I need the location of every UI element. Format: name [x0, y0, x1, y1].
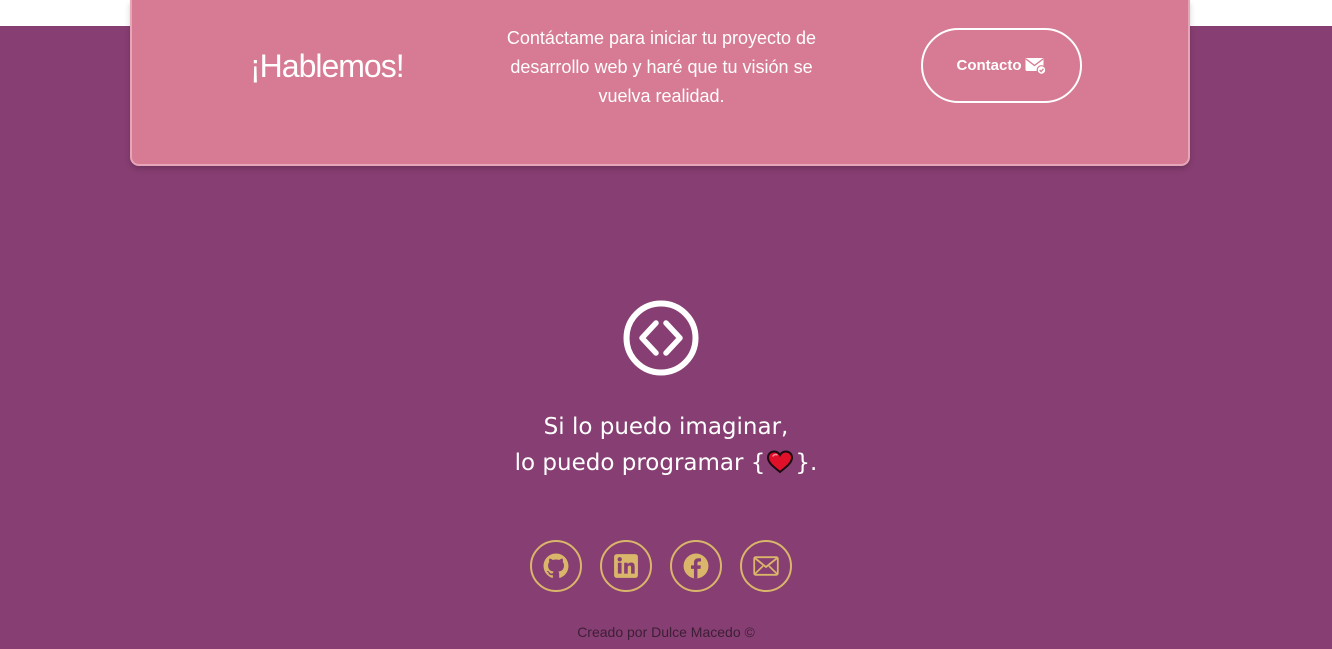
- heart-icon: [767, 450, 794, 474]
- cta-description: Contáctame para iniciar tu proyecto de d…: [506, 28, 817, 106]
- tagline-line-1: Si lo puedo imaginar,: [543, 414, 789, 440]
- email-link[interactable]: [740, 540, 792, 592]
- envelope-icon: [753, 556, 779, 576]
- mail-check-icon: [1025, 57, 1046, 75]
- facebook-link[interactable]: [670, 540, 722, 592]
- linkedin-link[interactable]: [600, 540, 652, 592]
- facebook-icon: [683, 553, 709, 579]
- social-links: [530, 540, 792, 592]
- tagline: Si lo puedo imaginar, lo puedo programar…: [416, 409, 916, 481]
- cta-title: ¡Hablemos!: [250, 48, 405, 84]
- footer-credit: Creado por Dulce Macedo ©: [577, 624, 755, 640]
- linkedin-icon: [614, 554, 638, 578]
- contact-button[interactable]: Contacto: [921, 28, 1082, 103]
- tagline-line-2-start: lo puedo programar {: [514, 450, 766, 476]
- github-link[interactable]: [530, 540, 582, 592]
- contact-cta-card: ¡Hablemos! Contáctame para iniciar tu pr…: [130, 0, 1190, 166]
- contact-button-label: Contacto: [956, 57, 1022, 74]
- code-brackets-icon: [623, 300, 699, 376]
- tagline-line-2-end: }.: [795, 450, 818, 476]
- github-icon: [543, 553, 569, 578]
